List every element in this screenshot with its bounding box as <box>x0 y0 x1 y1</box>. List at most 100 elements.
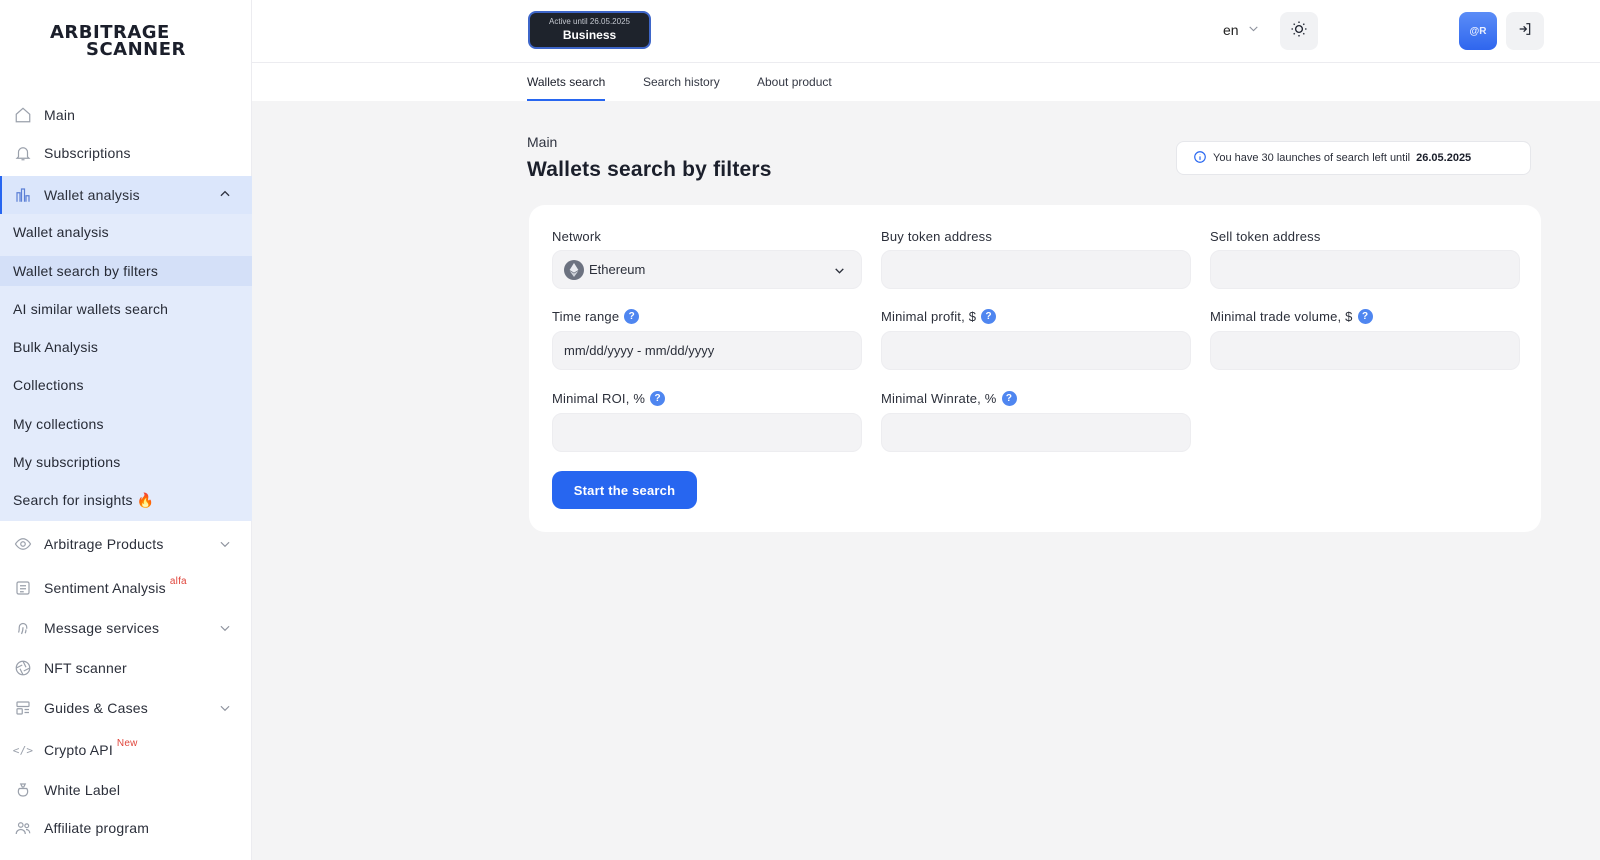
plan-status: Active until 26.05.2025 <box>549 17 630 26</box>
chevron-down-icon <box>1247 22 1260 38</box>
time-range-label: Time range ? <box>552 309 640 324</box>
sidebar-item-affiliate-program[interactable]: Affiliate program <box>0 810 252 846</box>
submenu-item[interactable]: Search for insights 🔥 <box>0 485 252 515</box>
tab-bar <box>252 63 1600 101</box>
sidebar-item-sentiment-analysis[interactable]: Sentiment Analysis alfa <box>0 570 252 606</box>
minimal-volume-label-text: Minimal trade volume, $ <box>1210 309 1353 324</box>
minimal-volume-input[interactable] <box>1210 331 1520 370</box>
tab-search-history[interactable]: Search history <box>643 75 720 101</box>
buy-token-label-text: Buy token address <box>881 229 993 244</box>
top-bar <box>252 0 1600 63</box>
sidebar-item-subscriptions[interactable]: Subscriptions <box>0 135 252 171</box>
sidebar: ARBITRAGE SCANNER Main Subscriptions Wal… <box>0 0 252 860</box>
submenu-item[interactable]: My collections <box>0 409 252 439</box>
minimal-winrate-label-text: Minimal Winrate, % <box>881 391 997 406</box>
language-selector[interactable]: en <box>1223 22 1260 38</box>
time-range-placeholder: mm/dd/yyyy - mm/dd/yyyy <box>564 343 715 358</box>
sell-token-input[interactable] <box>1210 250 1520 289</box>
sidebar-item-white-label[interactable]: White Label <box>0 772 252 808</box>
submenu-item[interactable]: Bulk Analysis <box>0 332 252 362</box>
chevron-down-icon <box>218 621 232 638</box>
tab-wallets-search[interactable]: Wallets search <box>527 75 606 101</box>
avatar[interactable]: @R <box>1459 12 1497 50</box>
sidebar-item-label: Guides & Cases <box>44 700 148 716</box>
home-icon <box>13 105 33 125</box>
code-icon: </> <box>12 743 34 757</box>
search-limit-notice: You have 30 launches of search left unti… <box>1176 141 1531 175</box>
minimal-roi-input[interactable] <box>552 413 862 452</box>
login-icon <box>1517 21 1533 42</box>
sidebar-item-label: Arbitrage Products <box>44 536 164 552</box>
users-icon <box>13 818 33 838</box>
sidebar-item-label: Affiliate program <box>44 820 150 836</box>
network-label-text: Network <box>552 229 602 244</box>
time-range-label-text: Time range <box>552 309 620 324</box>
logo[interactable]: ARBITRAGE SCANNER <box>50 22 202 62</box>
info-icon <box>1193 150 1207 167</box>
sidebar-item-label: Wallet analysis <box>44 187 140 203</box>
sidebar-item-label: Message services <box>44 620 160 636</box>
tab-about-product[interactable]: About product <box>757 75 832 101</box>
start-search-button[interactable]: Start the search <box>552 471 697 509</box>
help-icon[interactable]: ? <box>981 309 997 324</box>
chevron-down-icon <box>218 537 232 554</box>
new-badge: New <box>116 737 138 749</box>
logo-line-2: SCANNER <box>86 39 186 60</box>
minimal-profit-label: Minimal profit, $ ? <box>881 309 997 324</box>
network-label: Network <box>552 229 601 244</box>
submenu-item-active[interactable]: Wallet search by filters <box>0 256 252 286</box>
network-value: Ethereum <box>589 262 646 277</box>
minimal-roi-label-text: Minimal ROI, % <box>552 391 646 406</box>
sidebar-item-message-services[interactable]: Message services <box>0 610 252 646</box>
fingerprint-icon <box>13 618 33 638</box>
sidebar-item-nft-scanner[interactable]: NFT scanner <box>0 650 252 686</box>
ethereum-icon <box>564 259 584 280</box>
sidebar-item-crypto-api[interactable]: </> Crypto API New <box>0 732 252 768</box>
sidebar-item-label: Crypto API <box>44 742 113 758</box>
submenu-item[interactable]: AI similar wallets search <box>0 294 252 324</box>
network-select[interactable]: Ethereum <box>552 250 862 289</box>
sidebar-item-label: Sentiment Analysis <box>44 580 166 596</box>
sidebar-item-label: Main <box>44 107 76 123</box>
chevron-down-icon <box>218 701 232 718</box>
sidebar-item-label: Subscriptions <box>44 145 131 161</box>
minimal-roi-label: Minimal ROI, % ? <box>552 391 666 406</box>
minimal-profit-input[interactable] <box>881 331 1191 370</box>
bar-chart-icon <box>13 185 33 205</box>
sidebar-item-arbitrage-products[interactable]: Arbitrage Products <box>0 526 252 562</box>
plan-badge[interactable]: Active until 26.05.2025 Business <box>528 11 651 49</box>
buy-token-input[interactable] <box>881 250 1191 289</box>
bell-icon <box>13 143 33 163</box>
notice-text: You have 30 launches of search left unti… <box>1213 152 1411 164</box>
chevron-down-icon <box>833 264 846 280</box>
login-button[interactable] <box>1506 12 1544 50</box>
minimal-profit-label-text: Minimal profit, $ <box>881 309 977 324</box>
page-title: Wallets search by filters <box>527 158 772 181</box>
notice-date: 26.05.2025 <box>1416 152 1472 164</box>
sell-token-label-text: Sell token address <box>1210 229 1321 244</box>
sidebar-item-label: NFT scanner <box>44 660 127 676</box>
layout-icon <box>13 698 33 718</box>
sun-icon <box>1290 20 1308 43</box>
submenu-item[interactable]: My subscriptions <box>0 447 252 477</box>
breadcrumb[interactable]: Main <box>527 134 557 150</box>
help-icon[interactable]: ? <box>650 391 666 406</box>
help-icon[interactable]: ? <box>1001 391 1017 406</box>
newspaper-icon <box>13 578 33 598</box>
help-icon[interactable]: ? <box>624 309 640 324</box>
sidebar-item-main[interactable]: Main <box>0 97 252 133</box>
time-range-input[interactable]: mm/dd/yyyy - mm/dd/yyyy <box>552 331 862 370</box>
sidebar-item-label: White Label <box>44 782 121 798</box>
aperture-icon <box>13 658 33 678</box>
sidebar-item-wallet-analysis[interactable]: Wallet analysis <box>0 176 252 214</box>
language-value: en <box>1223 22 1239 38</box>
submenu-item[interactable]: Wallet analysis <box>0 217 252 247</box>
chevron-up-icon <box>218 187 232 204</box>
filters-card: Network Ethereum Buy token address Sell … <box>529 205 1541 532</box>
theme-toggle-button[interactable] <box>1280 12 1318 50</box>
minimal-winrate-input[interactable] <box>881 413 1191 452</box>
sell-token-label: Sell token address <box>1210 229 1321 244</box>
submenu-item[interactable]: Collections <box>0 370 252 400</box>
sidebar-item-guides-cases[interactable]: Guides & Cases <box>0 690 252 726</box>
help-icon[interactable]: ? <box>1357 309 1373 324</box>
